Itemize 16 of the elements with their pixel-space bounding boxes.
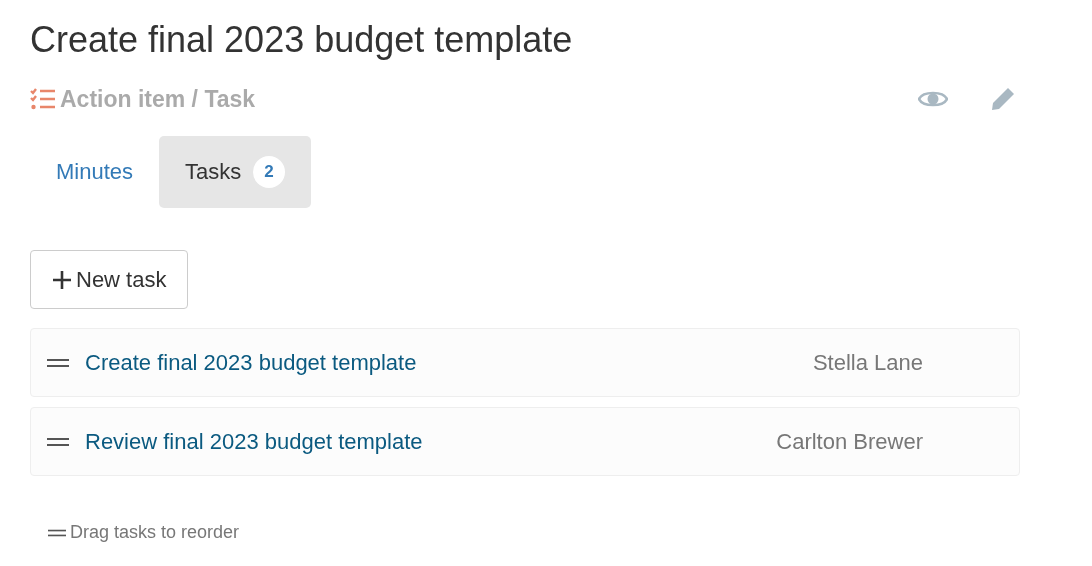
new-task-button[interactable]: New task: [30, 250, 189, 309]
task-link[interactable]: Review final 2023 budget template: [85, 428, 423, 455]
page-title: Create final 2023 budget template: [30, 18, 574, 62]
count-badge: 2: [253, 156, 285, 188]
task-link[interactable]: Create final 2023 budget template: [85, 349, 417, 376]
plus-icon: [52, 269, 72, 290]
hint-text: Drag tasks to reorder: [70, 522, 240, 543]
drag-handle-icon: [48, 528, 66, 537]
tab[interactable]: Tasks 2: [159, 136, 311, 208]
breadcrumb: Action item / Task: [60, 85, 256, 113]
assignee-name: Stella Lane: [812, 349, 923, 376]
assignee-name: Carlton Brewer: [776, 428, 923, 455]
tab[interactable]: Minutes: [30, 136, 160, 208]
drag-handle-icon: [47, 437, 69, 446]
checklist-icon: [30, 88, 56, 110]
drag-handle-icon: [47, 358, 69, 367]
